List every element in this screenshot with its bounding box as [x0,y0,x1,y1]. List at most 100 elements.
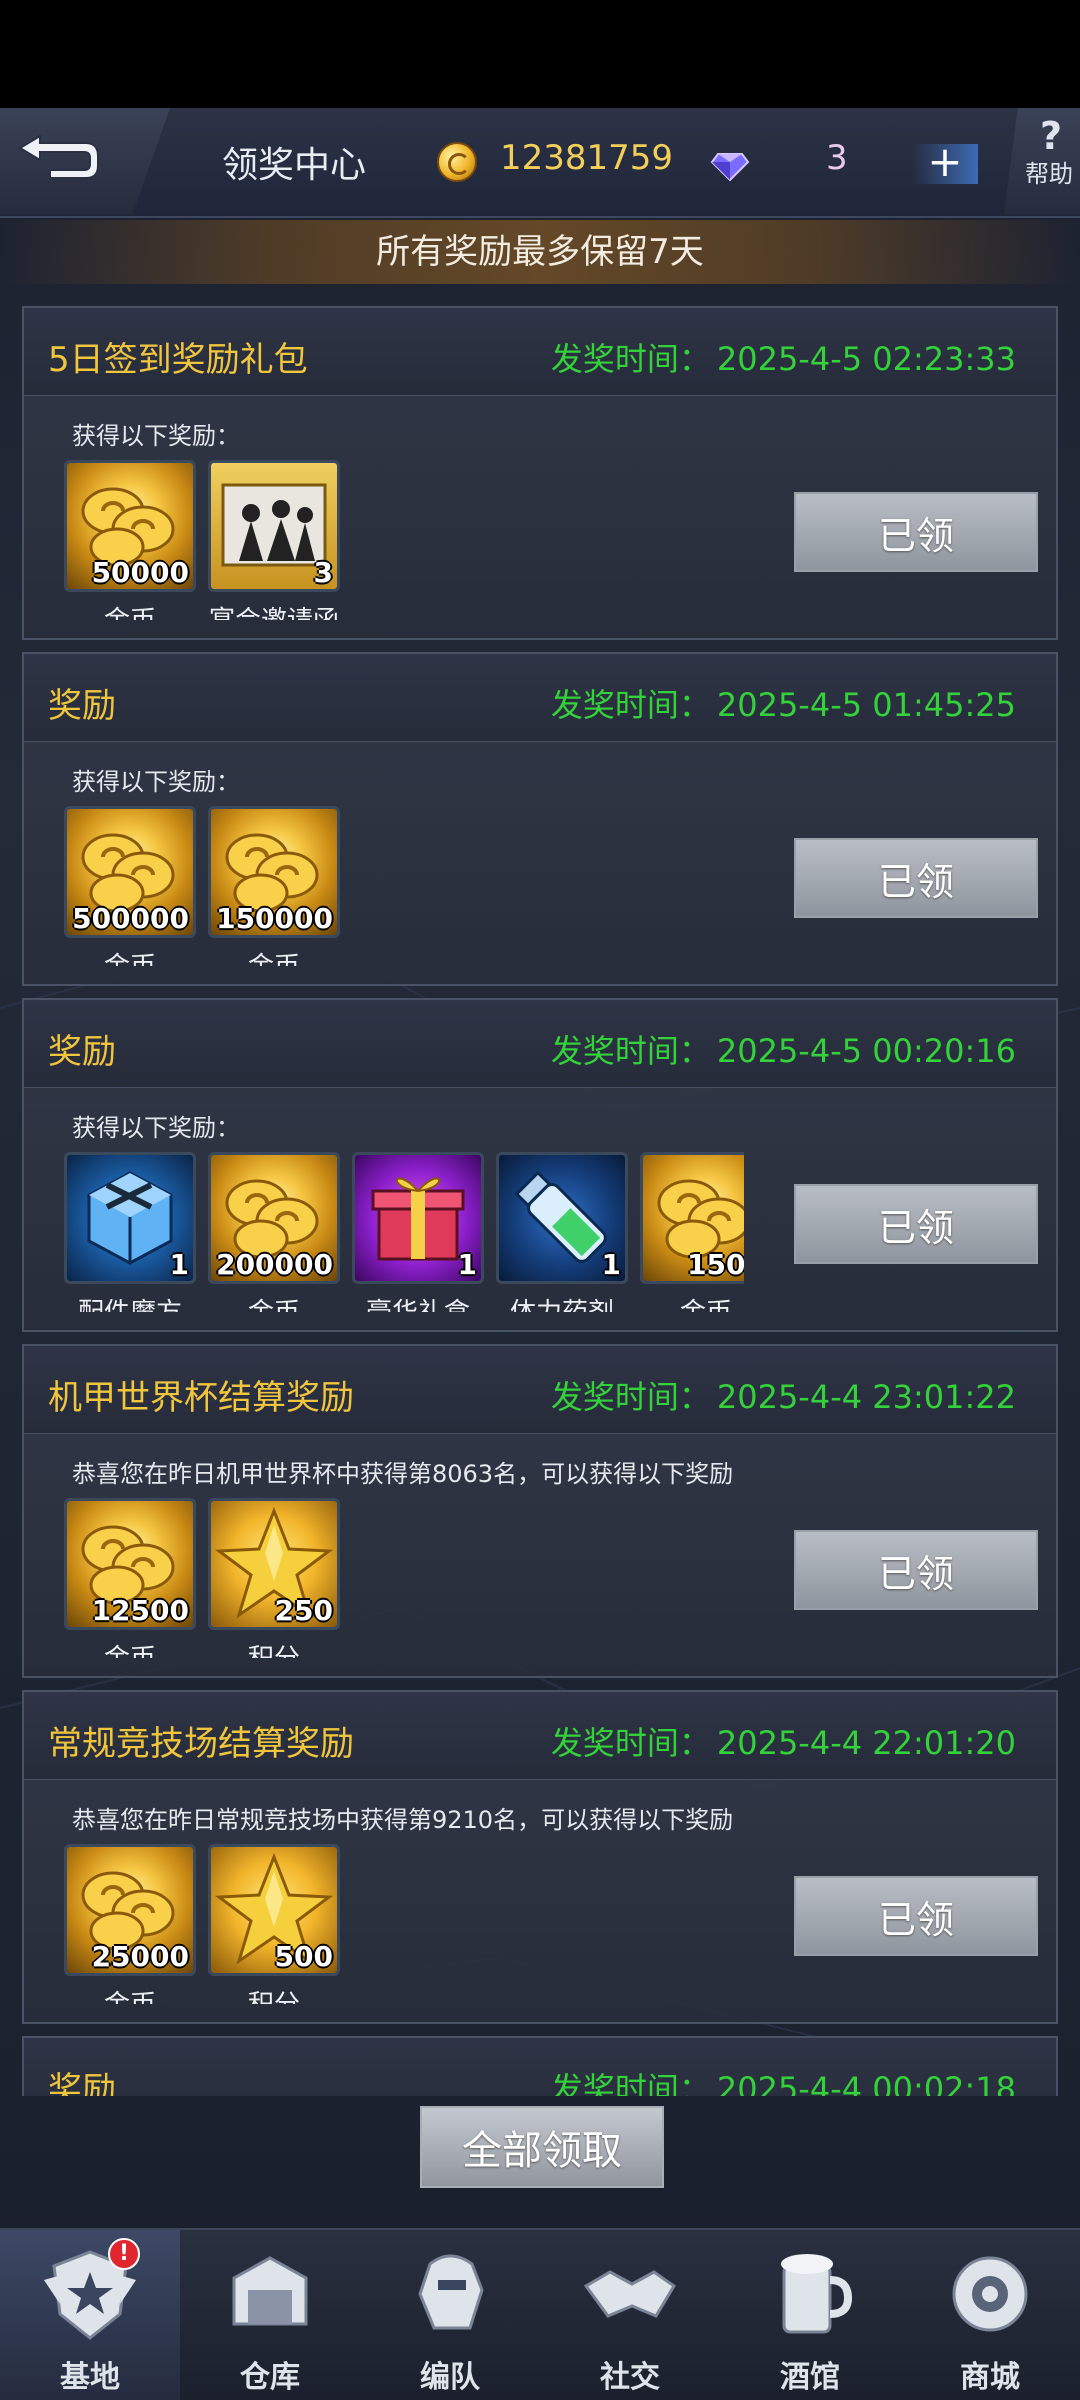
claimed-button[interactable]: 已领 [794,1184,1038,1264]
reward-card: 5日签到奖励礼包 发奖时间： 2025-4-5 02:23:33 获得以下奖励： 500… [22,306,1058,640]
reward-item-icon-frame: 12500 [64,1498,196,1630]
retention-notice: 所有奖励最多保留7天 [0,220,1080,284]
claimed-button[interactable]: 已领 [794,1530,1038,1610]
base-icon: ! [40,2238,140,2344]
reward-title: 机甲世界杯结算奖励 [48,1378,354,1418]
reward-item-quantity: 1500 [687,1248,744,1281]
reward-item-name: 豪华礼盒 [352,1292,484,1312]
reward-list[interactable]: 5日签到奖励礼包 发奖时间： 2025-4-5 02:23:33 获得以下奖励： 500… [22,306,1058,2096]
nav-item-base[interactable]: ! 基地 [0,2230,180,2400]
reward-item-quantity: 1 [457,1248,477,1281]
reward-item[interactable]: 500000 金币 [64,806,196,966]
reward-title: 奖励 [48,1032,116,1072]
nav-item-social[interactable]: 社交 [540,2230,720,2400]
reward-card-header: 机甲世界杯结算奖励 发奖时间： 2025-4-4 23:01:22 [24,1346,1056,1434]
reward-card: 奖励 发奖时间： 2025-4-4 00:02:18 [22,2036,1058,2096]
reward-item[interactable]: 3 宴会邀请函 [208,460,340,620]
nav-label: 酒馆 [780,2360,840,2395]
reward-item-quantity: 500 [274,1940,333,1973]
reward-time: 发奖时间： 2025-4-5 00:20:16 [551,1026,1016,1072]
reward-item[interactable]: 1 豪华礼盒 [352,1152,484,1312]
help-label: 帮助 [1025,160,1073,188]
claimed-button[interactable]: 已领 [794,492,1038,572]
nav-label: 基地 [60,2360,120,2395]
reward-item[interactable]: 12500 金币 [64,1498,196,1658]
reward-time-label: 发奖时间： [550,686,711,724]
bottom-nav: ! 基地 仓库 编队 社交 酒馆 商城 [0,2228,1080,2400]
reward-item[interactable]: 1 体力药剂 [496,1152,628,1312]
claimed-label: 已领 [877,513,954,558]
reward-item-icon-frame: 1500 [640,1152,744,1284]
reward-time-value: 2025-4-4 22:01:20 [716,1724,1016,1762]
reward-item-icon-frame: 1 [352,1152,484,1284]
claimed-label: 已领 [877,1205,954,1250]
reward-time: 发奖时间： 2025-4-4 00:02:18 [551,2064,1016,2096]
notice-text: 所有奖励最多保留7天 [376,232,704,272]
nav-item-warehouse[interactable]: 仓库 [180,2230,360,2400]
reward-item-icon-frame: 250 [208,1498,340,1630]
shop-icon [940,2244,1040,2344]
claimed-label: 已领 [877,1551,954,1596]
reward-item[interactable]: 150000 金币 [208,806,340,966]
notification-badge: ! [108,2238,140,2270]
reward-title: 奖励 [48,686,116,726]
reward-item[interactable]: 200000 金币 [208,1152,340,1312]
reward-item[interactable]: 250 积分 [208,1498,340,1658]
reward-items: 1 配件魔方 200000 金币 1 豪华礼盒 1 体力药剂 1500 金币 [64,1152,744,1312]
reward-item-name: 金币 [64,946,196,966]
nav-item-formation[interactable]: 编队 [360,2230,540,2400]
reward-items: 12500 金币 250 积分 [64,1498,744,1658]
reward-description: 恭喜您在昨日机甲世界杯中获得第8063名，可以获得以下奖励 [72,1460,734,1488]
claimed-button[interactable]: 已领 [794,1876,1038,1956]
reward-item-icon-frame: 50000 [64,460,196,592]
reward-card-header: 奖励 发奖时间： 2025-4-5 01:45:25 [24,654,1056,742]
reward-description: 获得以下奖励： [72,422,240,450]
reward-time-value: 2025-4-5 01:45:25 [716,686,1016,724]
help-icon: ? [1039,114,1063,158]
reward-items: 25000 金币 500 积分 [64,1844,744,2004]
reward-item-name: 金币 [64,1984,196,2004]
reward-item-quantity: 50000 [91,556,189,589]
reward-card: 常规竞技场结算奖励 发奖时间： 2025-4-4 22:01:20 恭喜您在昨日常规竞… [22,1690,1058,2024]
reward-item-name: 体力药剂 [496,1292,628,1312]
nav-label: 商城 [960,2360,1020,2395]
nav-item-shop[interactable]: 商城 [900,2230,1080,2400]
social-icon [580,2244,680,2344]
reward-card-header: 奖励 发奖时间： 2025-4-5 00:20:16 [24,1000,1056,1088]
reward-time: 发奖时间： 2025-4-4 23:01:22 [551,1372,1016,1418]
diamond-icon [710,153,750,182]
reward-time-value: 2025-4-5 02:23:33 [716,340,1016,378]
reward-time-label: 发奖时间： [550,1378,711,1416]
reward-title: 奖励 [48,2070,116,2096]
nav-item-tavern[interactable]: 酒馆 [720,2230,900,2400]
reward-item[interactable]: 25000 金币 [64,1844,196,2004]
claimed-label: 已领 [877,859,954,904]
reward-item[interactable]: 1 配件魔方 [64,1152,196,1312]
reward-item-quantity: 25000 [91,1940,189,1973]
tavern-icon [760,2244,860,2344]
reward-items: 50000 金币 3 宴会邀请函 [64,460,744,620]
reward-item[interactable]: 1500 金币 [640,1152,744,1312]
reward-item-name: 金币 [640,1292,744,1312]
formation-icon [400,2244,500,2344]
reward-item-quantity: 500000 [72,902,189,935]
reward-time-value: 2025-4-4 23:01:22 [716,1378,1016,1416]
reward-item-icon-frame: 1 [64,1152,196,1284]
help-button[interactable]: ? 帮助 [1004,108,1080,214]
reward-items: 500000 金币 150000 金币 [64,806,744,966]
reward-card: 奖励 发奖时间：2025-4-5 00:20:16 获得以下奖励： 1 配件魔方 2000… [22,998,1058,1332]
reward-card: 奖励发奖时间：2025-4-5 01:45:25获得以下奖励：500000金币1… [22,652,1058,986]
claim-all-button[interactable]: 全部领取 [420,2106,664,2188]
reward-time: 发奖时间： 2025-4-4 22:01:20 [551,1718,1016,1764]
add-gems-button[interactable]: + [912,141,978,184]
reward-item[interactable]: 50000 金币 [64,460,196,620]
gold-coin-icon [437,142,477,182]
reward-item-quantity: 250 [274,1594,333,1627]
reward-item-icon-frame: 200000 [208,1152,340,1284]
reward-item[interactable]: 500 积分 [208,1844,340,2004]
claimed-button[interactable]: 已领 [794,838,1038,918]
reward-card-header: 常规竞技场结算奖励 发奖时间： 2025-4-4 22:01:20 [24,1692,1056,1780]
back-arrow-icon [18,134,99,179]
claim-all-label: 全部领取 [462,2128,622,2174]
back-button[interactable] [0,108,170,214]
